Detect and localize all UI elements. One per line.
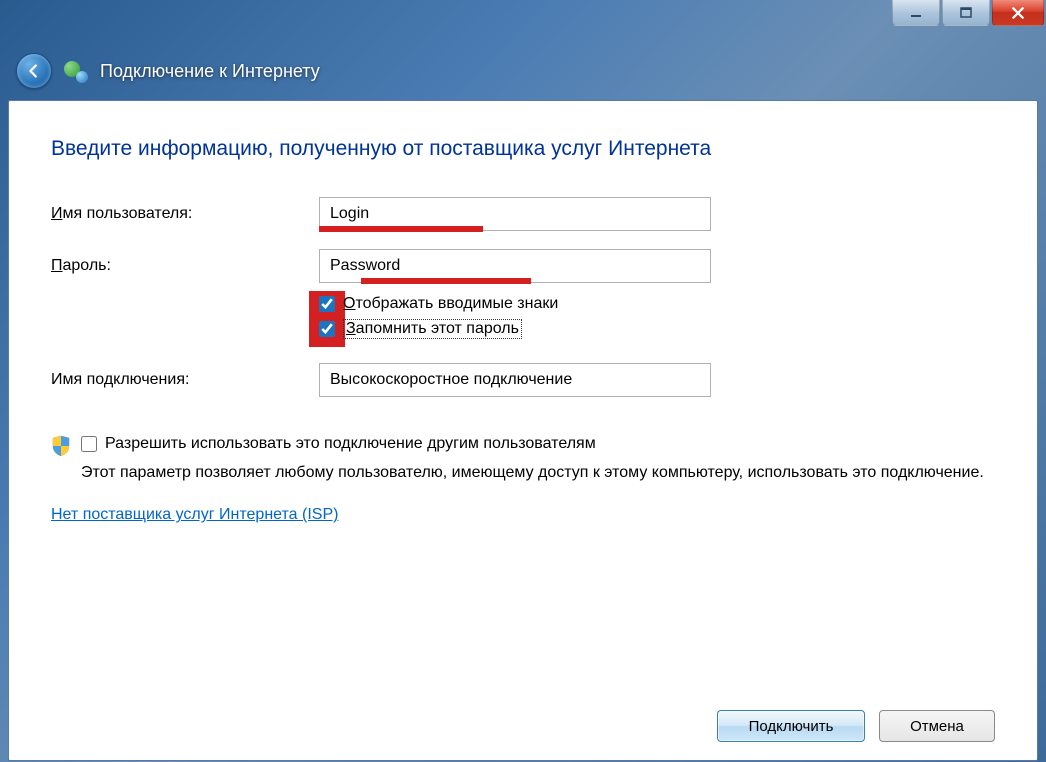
connection-name-row: Имя подключения:	[51, 363, 995, 397]
content-panel: Введите информацию, полученную от постав…	[8, 100, 1038, 761]
minimize-icon	[910, 7, 922, 19]
share-connection-label[interactable]: Разрешить использовать это подключение д…	[105, 435, 596, 453]
password-label: Пароль:	[51, 257, 319, 275]
connect-button[interactable]: Подключить	[717, 710, 865, 742]
connection-wizard-icon	[64, 59, 88, 83]
maximize-icon	[960, 7, 972, 19]
share-connection-description: Этот параметр позволяет любому пользоват…	[81, 461, 995, 484]
share-connection-checkbox[interactable]	[81, 436, 97, 452]
connection-name-input[interactable]	[319, 363, 711, 397]
close-button[interactable]	[992, 0, 1044, 26]
close-icon	[1011, 6, 1025, 20]
button-row: Подключить Отмена	[51, 692, 995, 742]
shield-icon	[51, 435, 71, 457]
remember-password-label[interactable]: Запомнить этот пароль	[343, 319, 522, 339]
show-characters-label[interactable]: Отображать вводимые знаки	[343, 295, 558, 313]
minimize-button[interactable]	[892, 0, 940, 26]
username-row: Имя пользователя:	[51, 197, 995, 231]
remember-password-row: Запомнить этот пароль	[319, 319, 995, 339]
window-controls	[892, 0, 1044, 26]
wizard-title: Подключение к Интернету	[100, 61, 320, 82]
page-heading: Введите информацию, полученную от постав…	[51, 137, 995, 161]
arrow-left-icon	[25, 62, 43, 80]
annotation-highlight	[319, 226, 483, 232]
maximize-button[interactable]	[942, 0, 990, 26]
connection-name-label: Имя подключения:	[51, 371, 319, 389]
form-area: Имя пользователя: Пароль: Отображать вво…	[51, 197, 995, 692]
username-label: Имя пользователя:	[51, 205, 319, 223]
no-isp-link[interactable]: Нет поставщика услуг Интернета (ISP)	[51, 506, 338, 524]
back-button[interactable]	[16, 53, 52, 89]
annotation-highlight	[361, 278, 531, 284]
cancel-button[interactable]: Отмена	[879, 710, 995, 742]
remember-password-checkbox[interactable]	[319, 321, 335, 337]
show-characters-checkbox[interactable]	[319, 296, 335, 312]
show-characters-row: Отображать вводимые знаки	[319, 295, 995, 313]
share-connection-row: Разрешить использовать это подключение д…	[51, 435, 995, 484]
password-row: Пароль:	[51, 249, 995, 283]
password-options: Отображать вводимые знаки Запомнить этот…	[319, 295, 995, 339]
wizard-header: Подключение к Интернету	[8, 42, 1038, 100]
